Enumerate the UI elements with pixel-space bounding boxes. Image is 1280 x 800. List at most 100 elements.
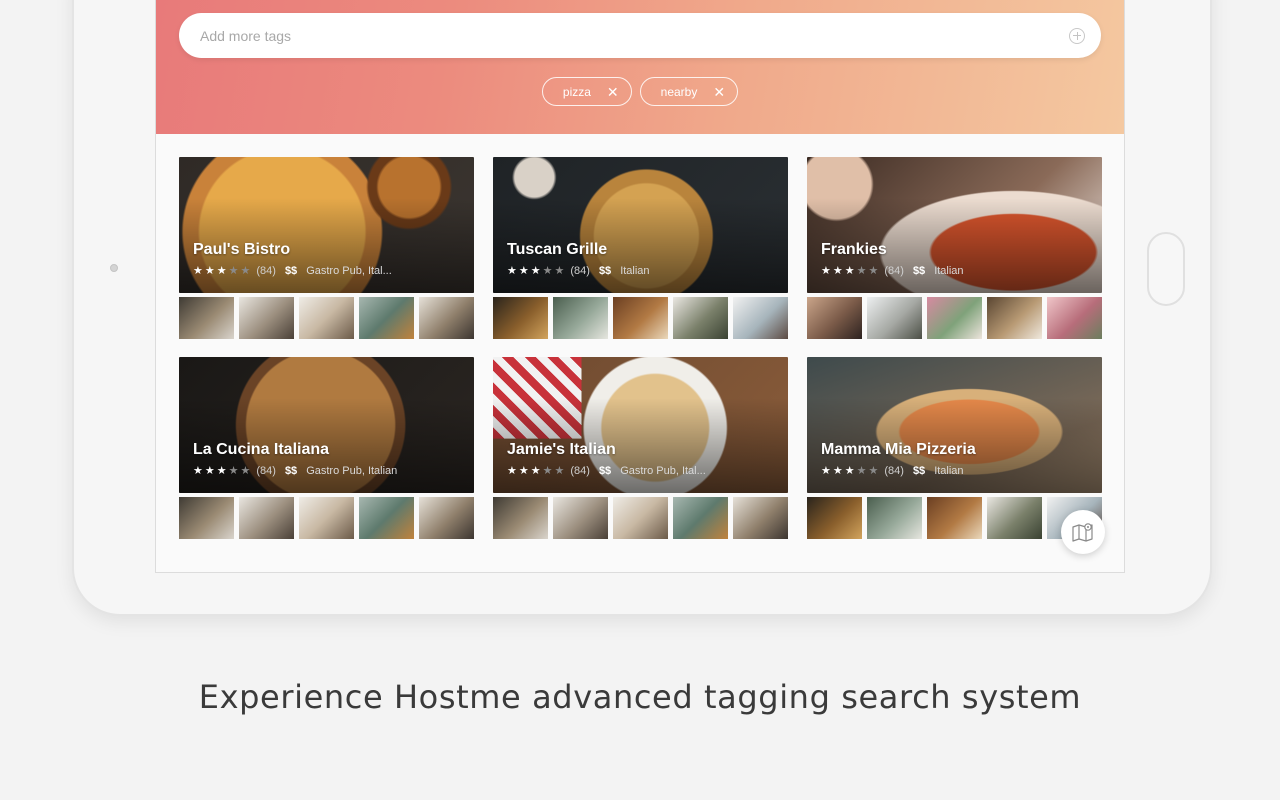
thumbnail[interactable] xyxy=(419,297,474,339)
thumbnail[interactable] xyxy=(299,297,354,339)
star-icon: ★ xyxy=(228,465,239,477)
restaurant-card[interactable]: La Cucina Italiana ★ ★ ★ ★ ★ (84) $$ Gastro … xyxy=(179,357,474,539)
thumbnail[interactable] xyxy=(299,497,354,539)
restaurant-photo[interactable]: Tuscan Grille ★ ★ ★ ★ ★ (84) $$ Italian xyxy=(493,157,788,293)
thumbnail[interactable] xyxy=(179,497,234,539)
tag-chip-pizza[interactable]: pizza ✕ xyxy=(541,77,632,106)
thumbnail[interactable] xyxy=(987,497,1042,539)
restaurant-name: Tuscan Grille xyxy=(507,241,608,258)
restaurant-name: Mamma Mia Pizzeria xyxy=(821,441,976,458)
star-icon: ★ xyxy=(530,265,541,277)
tag-search-input[interactable] xyxy=(198,26,1069,45)
restaurant-photo[interactable]: Jamie's Italian ★ ★ ★ ★ ★ (84) $$ Gastro Pub… xyxy=(493,357,788,493)
thumbnail[interactable] xyxy=(359,497,414,539)
thumbnail[interactable] xyxy=(493,297,548,339)
star-icon: ★ xyxy=(832,465,843,477)
star-icon: ★ xyxy=(204,465,215,477)
restaurant-photo[interactable]: La Cucina Italiana ★ ★ ★ ★ ★ (84) $$ Gastro … xyxy=(179,357,474,493)
thumbnail[interactable] xyxy=(493,497,548,539)
cuisine-label: Gastro Pub, Ital... xyxy=(306,265,392,277)
restaurant-card[interactable]: Paul's Bistro ★ ★ ★ ★ ★ (84) $$ Gastro Pub, … xyxy=(179,157,474,339)
restaurant-card[interactable]: Frankies ★ ★ ★ ★ ★ (84) $$ Italian xyxy=(807,157,1102,339)
photo-thumbnails xyxy=(807,497,1102,539)
star-icon: ★ xyxy=(856,465,867,477)
price-level: $$ xyxy=(284,265,298,277)
star-icon: ★ xyxy=(216,265,227,277)
thumbnail[interactable] xyxy=(613,497,668,539)
star-icon: ★ xyxy=(542,265,553,277)
price-level: $$ xyxy=(912,265,926,277)
star-icon: ★ xyxy=(193,465,203,477)
thumbnail[interactable] xyxy=(673,497,728,539)
search-bar[interactable] xyxy=(179,13,1101,58)
thumbnail[interactable] xyxy=(733,297,788,339)
thumbnail[interactable] xyxy=(807,497,862,539)
star-icon: ★ xyxy=(821,465,831,477)
price-level: $$ xyxy=(912,465,926,477)
map-icon xyxy=(1072,523,1093,542)
thumbnail[interactable] xyxy=(239,297,294,339)
thumbnail[interactable] xyxy=(867,497,922,539)
restaurant-photo[interactable]: Mamma Mia Pizzeria ★ ★ ★ ★ ★ (84) $$ Italian xyxy=(807,357,1102,493)
restaurant-photo[interactable]: Paul's Bistro ★ ★ ★ ★ ★ (84) $$ Gastro Pub, … xyxy=(179,157,474,293)
thumbnail[interactable] xyxy=(553,497,608,539)
close-icon[interactable]: ✕ xyxy=(607,85,619,99)
review-count: (84) xyxy=(884,465,904,477)
search-header: pizza ✕ nearby ✕ xyxy=(156,0,1124,134)
star-icon: ★ xyxy=(204,265,215,277)
thumbnail[interactable] xyxy=(1047,297,1102,339)
thumbnail[interactable] xyxy=(419,497,474,539)
thumbnail[interactable] xyxy=(553,297,608,339)
thumbnail[interactable] xyxy=(927,497,982,539)
restaurant-meta: ★ ★ ★ ★ ★ (84) $$ Gastro Pub, Ital... xyxy=(193,265,463,277)
star-icon: ★ xyxy=(868,465,879,477)
thumbnail[interactable] xyxy=(179,297,234,339)
close-icon[interactable]: ✕ xyxy=(713,85,725,99)
restaurant-card[interactable]: Mamma Mia Pizzeria ★ ★ ★ ★ ★ (84) $$ Italian xyxy=(807,357,1102,539)
photo-thumbnails xyxy=(179,497,474,539)
thumbnail[interactable] xyxy=(987,297,1042,339)
restaurant-card[interactable]: Jamie's Italian ★ ★ ★ ★ ★ (84) $$ Gastro Pub… xyxy=(493,357,788,539)
photo-thumbnails xyxy=(807,297,1102,339)
photo-thumbnails xyxy=(493,497,788,539)
restaurant-name: La Cucina Italiana xyxy=(193,441,330,458)
star-icon: ★ xyxy=(542,465,553,477)
star-icon: ★ xyxy=(821,265,831,277)
review-count: (84) xyxy=(570,465,590,477)
thumbnail[interactable] xyxy=(807,297,862,339)
restaurant-card[interactable]: Tuscan Grille ★ ★ ★ ★ ★ (84) $$ Italian xyxy=(493,157,788,339)
star-icon: ★ xyxy=(518,265,529,277)
star-icon: ★ xyxy=(507,465,517,477)
restaurant-meta: ★ ★ ★ ★ ★ (84) $$ Gastro Pub, Italian xyxy=(193,465,463,477)
star-icon: ★ xyxy=(856,265,867,277)
map-view-button[interactable] xyxy=(1061,510,1105,554)
star-icon: ★ xyxy=(832,265,843,277)
add-tag-icon[interactable] xyxy=(1069,27,1085,44)
thumbnail[interactable] xyxy=(239,497,294,539)
cuisine-label: Gastro Pub, Italian xyxy=(306,465,398,477)
thumbnail[interactable] xyxy=(927,297,982,339)
home-button[interactable] xyxy=(1147,232,1185,306)
star-icon: ★ xyxy=(228,265,239,277)
star-icon: ★ xyxy=(240,465,251,477)
photo-thumbnails xyxy=(493,297,788,339)
thumbnail[interactable] xyxy=(673,297,728,339)
rating-stars: ★ ★ ★ ★ ★ xyxy=(193,465,251,477)
rating-stars: ★ ★ ★ ★ ★ xyxy=(821,265,879,277)
thumbnail[interactable] xyxy=(733,497,788,539)
thumbnail[interactable] xyxy=(613,297,668,339)
photo-thumbnails xyxy=(179,297,474,339)
tag-chip-nearby[interactable]: nearby ✕ xyxy=(639,77,739,106)
cuisine-label: Italian xyxy=(934,465,964,477)
price-level: $$ xyxy=(284,465,298,477)
restaurant-photo[interactable]: Frankies ★ ★ ★ ★ ★ (84) $$ Italian xyxy=(807,157,1102,293)
rating-stars: ★ ★ ★ ★ ★ xyxy=(507,265,564,277)
thumbnail[interactable] xyxy=(867,297,922,339)
review-count: (84) xyxy=(884,265,904,277)
thumbnail[interactable] xyxy=(359,297,414,339)
star-icon: ★ xyxy=(844,265,855,277)
star-icon: ★ xyxy=(868,265,879,277)
rating-stars: ★ ★ ★ ★ ★ xyxy=(821,465,879,477)
cuisine-label: Italian xyxy=(934,265,964,277)
review-count: (84) xyxy=(570,265,590,277)
